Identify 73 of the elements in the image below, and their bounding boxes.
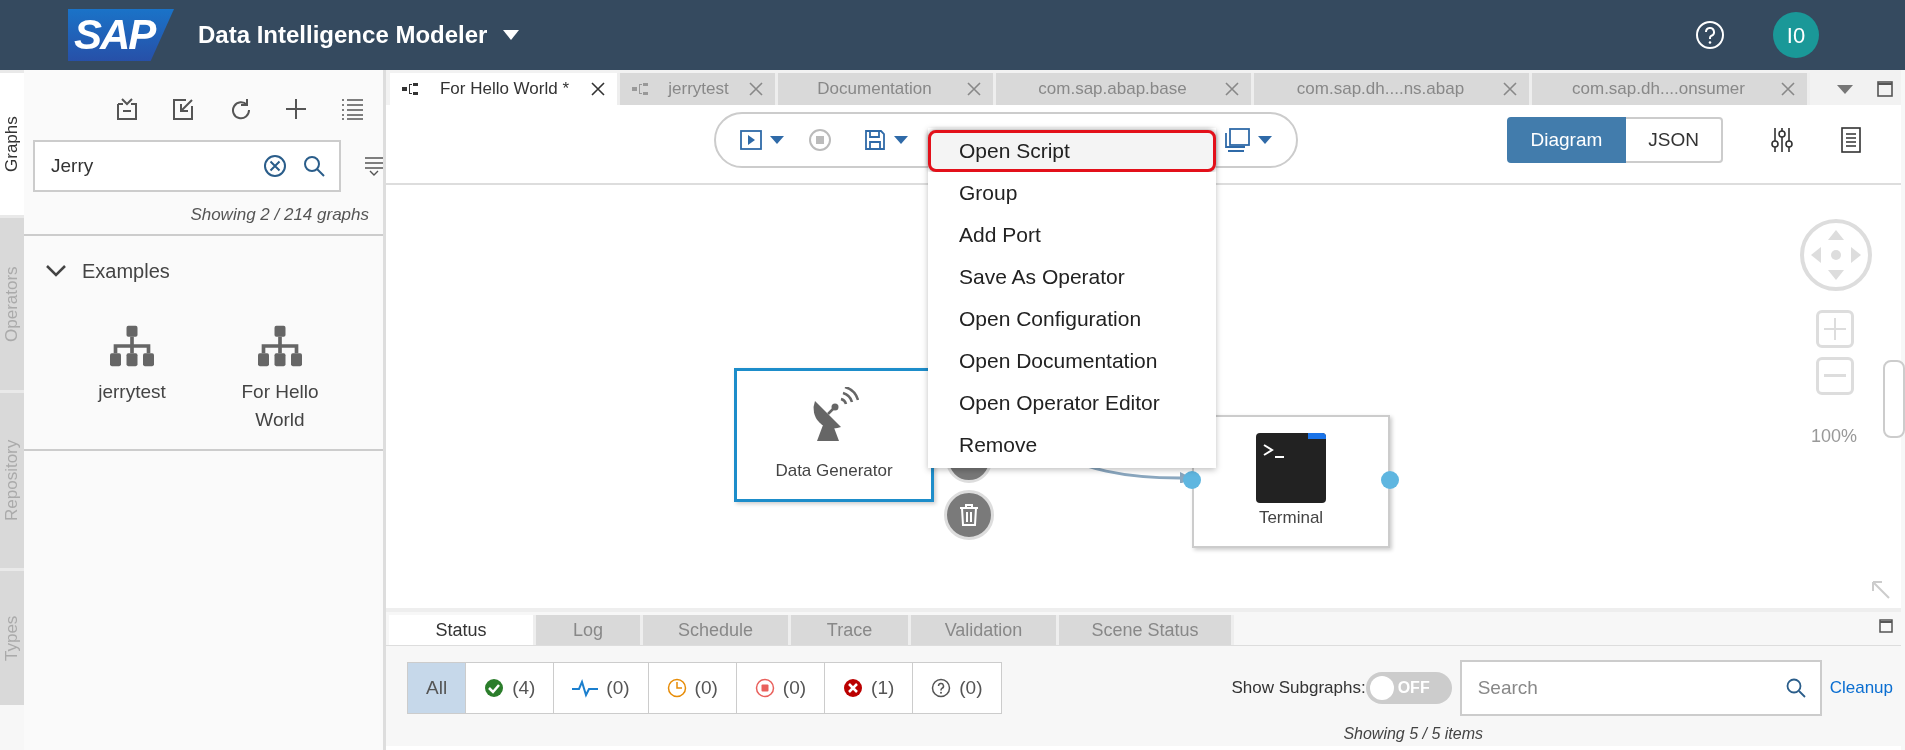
- search-field[interactable]: Jerry: [33, 140, 341, 192]
- list-icon[interactable]: [341, 98, 363, 120]
- status-filter[interactable]: (0): [648, 662, 737, 714]
- terminal-icon: [1256, 433, 1326, 503]
- check-circle-icon: [484, 678, 505, 698]
- menu-item[interactable]: Open Configuration: [928, 298, 1216, 340]
- question-icon: [931, 678, 952, 698]
- menu-item[interactable]: Remove: [928, 424, 1216, 466]
- search-icon[interactable]: [303, 155, 325, 177]
- error-icon: [843, 678, 864, 698]
- menu-item[interactable]: Save As Operator: [928, 256, 1216, 298]
- view-toggle[interactable]: Diagram: [1506, 117, 1627, 163]
- collapse-icon[interactable]: [116, 98, 138, 120]
- help-icon[interactable]: [1695, 20, 1725, 50]
- maximize-icon[interactable]: [1877, 81, 1893, 97]
- search-field[interactable]: Search: [1459, 660, 1822, 716]
- trash-icon: [959, 504, 979, 526]
- hierarchy-icon: [258, 323, 302, 368]
- logo: SAP: [68, 9, 174, 61]
- import-icon[interactable]: [172, 98, 195, 120]
- caret-icon[interactable]: [894, 136, 908, 144]
- play-icon[interactable]: [740, 130, 762, 150]
- side-tab[interactable]: Graphs: [0, 70, 24, 215]
- editor-tab[interactable]: For Hello World *: [390, 73, 620, 105]
- menu-item[interactable]: Open Script: [928, 130, 1216, 172]
- status-filter[interactable]: (1): [825, 662, 914, 714]
- minus-icon: [1824, 374, 1846, 378]
- input-port[interactable]: [1183, 471, 1201, 489]
- status-filter[interactable]: (4): [466, 662, 555, 714]
- operator-node[interactable]: Data Generator: [734, 368, 934, 502]
- maximize-icon[interactable]: [1879, 618, 1893, 633]
- document-icon[interactable]: [1841, 127, 1861, 153]
- pulse-icon: [572, 678, 599, 698]
- user-avatar[interactable]: I0: [1773, 12, 1819, 58]
- menu-item[interactable]: Open Documentation: [928, 340, 1216, 382]
- side-handle[interactable]: [1883, 360, 1905, 438]
- caret-icon[interactable]: [503, 30, 520, 40]
- menu-item[interactable]: Open Operator Editor: [928, 382, 1216, 424]
- search-icon[interactable]: [1785, 678, 1806, 698]
- clock-icon: [666, 678, 687, 698]
- save-icon[interactable]: [864, 129, 886, 151]
- subgraphs-label: Show Subgraphs:: [1231, 677, 1366, 700]
- add-icon[interactable]: [284, 98, 307, 120]
- status-filter[interactable]: All: [407, 662, 467, 714]
- menu-item[interactable]: Add Port: [928, 214, 1216, 256]
- sliders-icon[interactable]: [1771, 127, 1793, 153]
- dropdown-icon[interactable]: [1837, 84, 1853, 94]
- close-icon[interactable]: [591, 82, 605, 96]
- menu-item[interactable]: Group: [928, 172, 1216, 214]
- items-count: Showing 5 / 5 items: [1343, 725, 1483, 742]
- hierarchy-icon: [110, 323, 154, 368]
- plus-icon: [1824, 318, 1846, 340]
- chevron-down-icon[interactable]: [46, 264, 66, 277]
- operator-node[interactable]: Terminal: [1192, 415, 1390, 548]
- zoom-level: 100%: [1811, 425, 1858, 448]
- status-filter[interactable]: (0): [913, 662, 1002, 714]
- view-toggle[interactable]: JSON: [1626, 117, 1723, 163]
- clear-icon[interactable]: [263, 154, 287, 178]
- stop-icon: [754, 678, 775, 698]
- group-header[interactable]: Examples: [46, 255, 383, 286]
- cleanup-link[interactable]: Cleanup: [1829, 675, 1893, 701]
- copy-icon[interactable]: [1224, 128, 1250, 152]
- status-filter[interactable]: (0): [554, 662, 649, 714]
- panel-tab[interactable]: Status: [389, 615, 536, 645]
- caret-icon[interactable]: [1258, 136, 1272, 144]
- graph-item[interactable]: jerrytest: [58, 323, 206, 434]
- status-filter[interactable]: (0): [736, 662, 826, 714]
- app-title: Data Intelligence Modeler: [198, 20, 488, 50]
- results-count: Showing 2 / 214 graphs: [190, 205, 369, 224]
- graph-item[interactable]: For Hello World: [206, 323, 354, 434]
- delete-button[interactable]: [944, 490, 994, 540]
- caret-icon[interactable]: [770, 136, 784, 144]
- filter-icon[interactable]: [365, 156, 383, 176]
